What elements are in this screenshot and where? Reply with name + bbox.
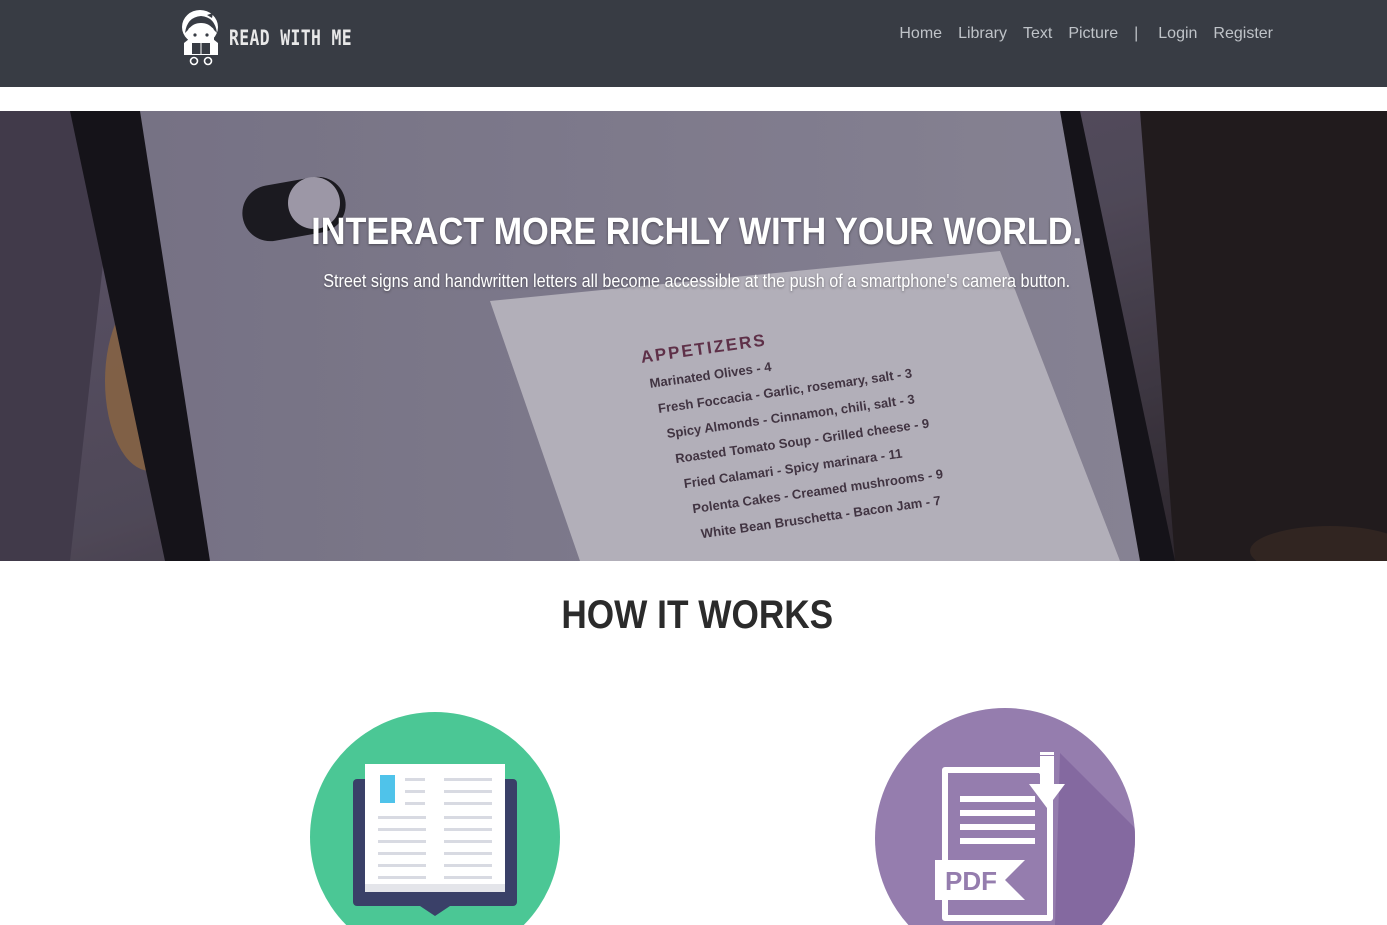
hero-title: INTERACT MORE RICHLY WITH YOUR WORLD.	[311, 211, 1083, 253]
nav-separator: |	[1134, 25, 1139, 42]
nav-link-library[interactable]: Library	[958, 25, 1007, 43]
hero-overlay	[0, 111, 1387, 561]
hero-banner: APPETIZERS Marinated Olives - 4 Fresh Fo…	[0, 111, 1387, 561]
pdf-download-icon: PDF	[875, 708, 1135, 925]
girl-reading-logo-icon	[182, 10, 218, 66]
nav-link-register[interactable]: Register	[1213, 25, 1273, 43]
hero-subtitle: Street signs and handwritten letters all…	[323, 271, 1071, 291]
top-navbar: READ WITH ME Home Library Text Picture |…	[0, 0, 1387, 87]
brand-name: READ WITH ME	[229, 26, 353, 50]
how-it-works-title: HOW IT WORKS	[561, 593, 834, 637]
nav-link-text[interactable]: Text	[1023, 25, 1052, 43]
nav-link-home[interactable]: Home	[899, 25, 942, 43]
open-book-icon	[310, 712, 560, 925]
nav-link-picture[interactable]: Picture	[1068, 25, 1118, 43]
nav-links: Home Library Text Picture | Login Regist…	[883, 25, 1273, 43]
pdf-badge: PDF	[945, 866, 997, 896]
nav-link-login[interactable]: Login	[1158, 25, 1197, 43]
brand[interactable]: READ WITH ME	[179, 8, 387, 68]
